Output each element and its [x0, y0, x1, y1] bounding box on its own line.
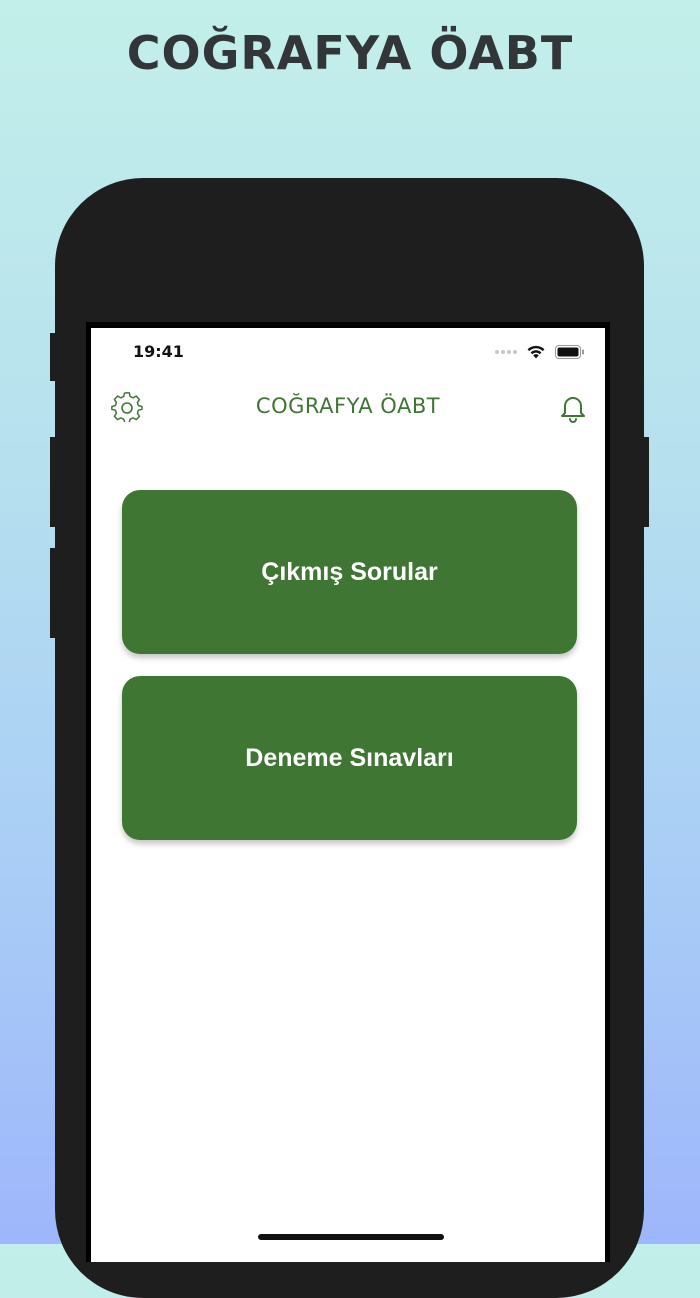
app-screen: 19:41 COĞRAFYA ÖABT Çıkmış Sorular Denem… [91, 328, 605, 1262]
promo-title: COĞRAFYA ÖABT [126, 26, 574, 80]
home-indicator[interactable] [258, 1234, 444, 1240]
menu-button-label: Çıkmış Sorular [261, 557, 438, 586]
menu-button-label: Deneme Sınavları [245, 743, 454, 772]
bell-icon [561, 397, 585, 423]
menu-button-past-questions[interactable]: Çıkmış Sorular [122, 490, 577, 654]
cellular-signal-icon [495, 349, 517, 354]
menu-button-practice-exams[interactable]: Deneme Sınavları [122, 676, 577, 840]
status-time: 19:41 [133, 342, 184, 361]
wifi-icon [527, 345, 545, 359]
battery-icon [555, 344, 584, 359]
status-icons [495, 344, 585, 359]
phone-screen: 19:41 COĞRAFYA ÖABT Çıkmış Sorular Denem… [86, 322, 610, 1262]
notifications-button[interactable] [557, 392, 589, 424]
app-title: COĞRAFYA ÖABT [255, 394, 441, 418]
